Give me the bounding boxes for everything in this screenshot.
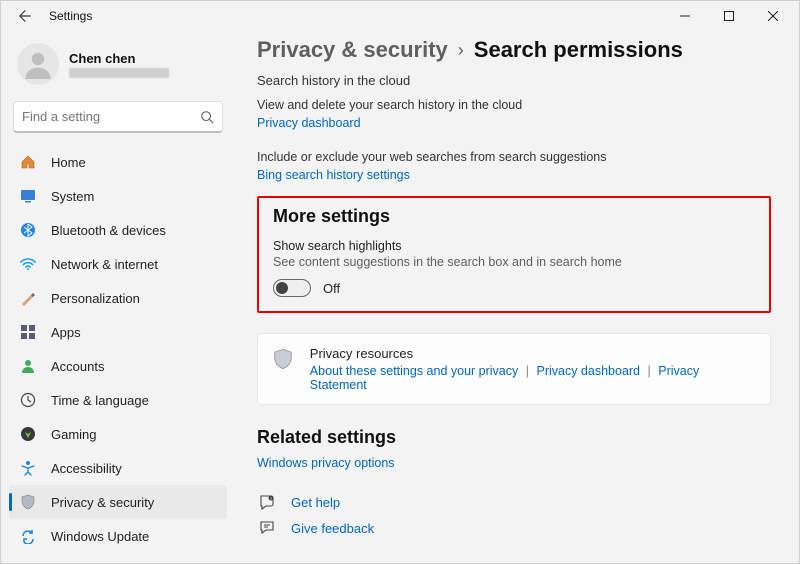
clock-icon bbox=[19, 391, 37, 409]
more-settings-title: More settings bbox=[273, 206, 755, 227]
account-info[interactable]: Chen chen bbox=[9, 37, 227, 95]
sidebar-item-label: Accessibility bbox=[51, 461, 122, 476]
update-icon bbox=[19, 527, 37, 545]
sidebar-item-gaming[interactable]: Gaming bbox=[9, 417, 227, 451]
sidebar-nav: Home System Bluetooth & devices Network … bbox=[9, 145, 227, 555]
sidebar-item-accessibility[interactable]: Accessibility bbox=[9, 451, 227, 485]
sidebar-item-system[interactable]: System bbox=[9, 179, 227, 213]
avatar bbox=[17, 43, 59, 85]
give-feedback-link[interactable]: Give feedback bbox=[291, 521, 374, 536]
accounts-icon bbox=[19, 357, 37, 375]
breadcrumb-parent[interactable]: Privacy & security bbox=[257, 37, 448, 63]
chevron-right-icon: › bbox=[458, 40, 464, 61]
give-feedback-row[interactable]: Give feedback bbox=[257, 520, 771, 536]
titlebar: Settings bbox=[1, 1, 799, 31]
privacy-dashboard-link-2[interactable]: Privacy dashboard bbox=[536, 364, 640, 378]
sidebar-item-time[interactable]: Time & language bbox=[9, 383, 227, 417]
home-icon bbox=[19, 153, 37, 171]
get-help-link[interactable]: Get help bbox=[291, 495, 340, 510]
person-icon bbox=[23, 49, 53, 79]
separator: | bbox=[648, 364, 651, 378]
sidebar-search[interactable] bbox=[13, 101, 223, 133]
sidebar-item-label: Windows Update bbox=[51, 529, 149, 544]
resources-links: About these settings and your privacy | … bbox=[310, 364, 756, 392]
feedback-icon bbox=[257, 520, 277, 536]
sidebar-item-label: Network & internet bbox=[51, 257, 158, 272]
settings-window: Settings Chen chen Home Syste bbox=[0, 0, 800, 564]
system-icon bbox=[19, 187, 37, 205]
sidebar-item-label: Gaming bbox=[51, 427, 97, 442]
main-content: Privacy & security › Search permissions … bbox=[235, 31, 799, 563]
web-search-desc: Include or exclude your web searches fro… bbox=[257, 150, 771, 164]
sidebar-item-label: Time & language bbox=[51, 393, 149, 408]
related-settings-title: Related settings bbox=[257, 427, 771, 448]
window-title: Settings bbox=[49, 9, 92, 23]
sidebar-item-network[interactable]: Network & internet bbox=[9, 247, 227, 281]
sidebar-item-personalization[interactable]: Personalization bbox=[9, 281, 227, 315]
about-settings-privacy-link[interactable]: About these settings and your privacy bbox=[310, 364, 518, 378]
account-email-redacted bbox=[69, 68, 169, 78]
sidebar-item-label: Apps bbox=[51, 325, 81, 340]
cloud-history-title: Search history in the cloud bbox=[257, 73, 771, 88]
search-highlights-toggle[interactable] bbox=[273, 279, 311, 297]
toggle-knob bbox=[276, 282, 288, 294]
sidebar-item-label: Accounts bbox=[51, 359, 104, 374]
sidebar-item-label: Home bbox=[51, 155, 86, 170]
privacy-dashboard-link[interactable]: Privacy dashboard bbox=[257, 116, 361, 130]
minimize-button[interactable] bbox=[663, 1, 707, 31]
more-settings-highlight: More settings Show search highlights See… bbox=[257, 196, 771, 313]
sidebar-item-label: Personalization bbox=[51, 291, 140, 306]
sidebar-item-home[interactable]: Home bbox=[9, 145, 227, 179]
gaming-icon bbox=[19, 425, 37, 443]
search-highlights-heading: Show search highlights bbox=[273, 239, 755, 253]
close-button[interactable] bbox=[751, 1, 795, 31]
apps-icon bbox=[19, 323, 37, 341]
maximize-button[interactable] bbox=[707, 1, 751, 31]
close-icon bbox=[768, 11, 778, 21]
wifi-icon bbox=[19, 255, 37, 273]
sidebar-item-privacy[interactable]: Privacy & security bbox=[9, 485, 227, 519]
separator: | bbox=[526, 364, 529, 378]
resources-title: Privacy resources bbox=[310, 346, 756, 361]
search-input[interactable] bbox=[22, 109, 200, 124]
back-button[interactable] bbox=[13, 4, 37, 28]
sidebar-item-accounts[interactable]: Accounts bbox=[9, 349, 227, 383]
shield-icon bbox=[19, 493, 37, 511]
sidebar: Chen chen Home System Bluetooth & device… bbox=[1, 31, 235, 563]
arrow-left-icon bbox=[18, 9, 32, 23]
toggle-state-label: Off bbox=[323, 281, 340, 296]
sidebar-item-apps[interactable]: Apps bbox=[9, 315, 227, 349]
privacy-resources-card: Privacy resources About these settings a… bbox=[257, 333, 771, 405]
maximize-icon bbox=[724, 11, 734, 21]
accessibility-icon bbox=[19, 459, 37, 477]
search-highlights-sub: See content suggestions in the search bo… bbox=[273, 255, 755, 269]
bing-history-link[interactable]: Bing search history settings bbox=[257, 168, 410, 182]
paint-icon bbox=[19, 289, 37, 307]
shield-icon bbox=[272, 348, 296, 372]
sidebar-item-bluetooth[interactable]: Bluetooth & devices bbox=[9, 213, 227, 247]
sidebar-item-label: System bbox=[51, 189, 94, 204]
page-title: Search permissions bbox=[474, 37, 683, 63]
sidebar-item-label: Privacy & security bbox=[51, 495, 154, 510]
sidebar-item-label: Bluetooth & devices bbox=[51, 223, 166, 238]
sidebar-item-update[interactable]: Windows Update bbox=[9, 519, 227, 553]
account-name: Chen chen bbox=[69, 51, 169, 66]
get-help-row[interactable]: ? Get help bbox=[257, 494, 771, 510]
bluetooth-icon bbox=[19, 221, 37, 239]
search-icon bbox=[200, 110, 214, 124]
breadcrumb: Privacy & security › Search permissions bbox=[257, 37, 771, 63]
windows-privacy-options-link[interactable]: Windows privacy options bbox=[257, 456, 395, 470]
minimize-icon bbox=[680, 11, 690, 21]
help-icon: ? bbox=[257, 494, 277, 510]
cloud-history-desc: View and delete your search history in t… bbox=[257, 98, 771, 112]
